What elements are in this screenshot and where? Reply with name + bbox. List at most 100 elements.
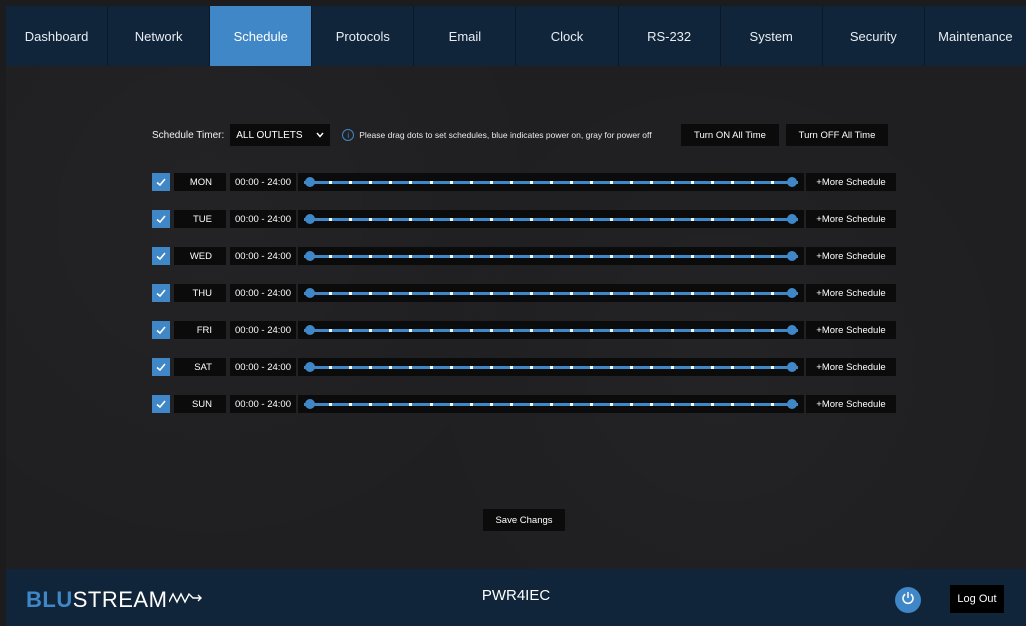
nav-clock[interactable]: Clock <box>516 6 619 66</box>
hour-tick <box>489 366 493 369</box>
more-schedule-button[interactable]: +More Schedule <box>806 395 896 413</box>
nav-dashboard[interactable]: Dashboard <box>6 6 109 66</box>
hour-tick <box>570 366 574 369</box>
hour-tick <box>630 403 634 406</box>
nav-maintenance[interactable]: Maintenance <box>925 6 1026 66</box>
end-handle[interactable] <box>787 214 797 224</box>
day-checkbox[interactable] <box>152 321 170 339</box>
power-button[interactable] <box>895 587 921 613</box>
time-range: 00:00 - 24:00 <box>230 247 296 265</box>
hour-tick <box>449 218 453 221</box>
start-handle[interactable] <box>305 325 315 335</box>
hour-tick <box>750 181 754 184</box>
day-checkbox[interactable] <box>152 358 170 376</box>
hour-tick <box>730 403 734 406</box>
hour-tick <box>710 218 714 221</box>
hour-tick <box>710 366 714 369</box>
logout-button[interactable]: Log Out <box>950 585 1004 613</box>
start-handle[interactable] <box>305 177 315 187</box>
more-schedule-button[interactable]: +More Schedule <box>806 284 896 302</box>
nav-system[interactable]: System <box>721 6 823 66</box>
hour-tick <box>730 366 734 369</box>
hour-tick <box>409 218 413 221</box>
hour-tick <box>550 329 553 332</box>
end-handle[interactable] <box>787 288 797 298</box>
day-checkbox[interactable] <box>152 247 170 265</box>
hour-tick <box>550 366 553 369</box>
schedule-slider[interactable] <box>298 284 804 302</box>
time-range: 00:00 - 24:00 <box>230 210 296 228</box>
day-checkbox[interactable] <box>152 210 170 228</box>
hour-tick <box>630 292 634 295</box>
end-handle[interactable] <box>787 177 797 187</box>
start-handle[interactable] <box>305 399 315 409</box>
hour-tick <box>529 403 533 406</box>
nav-protocols[interactable]: Protocols <box>312 6 415 66</box>
start-handle[interactable] <box>305 214 315 224</box>
schedule-slider[interactable] <box>298 395 804 413</box>
more-schedule-button[interactable]: +More Schedule <box>806 210 896 228</box>
hour-tick <box>750 403 754 406</box>
end-handle[interactable] <box>787 399 797 409</box>
end-handle[interactable] <box>787 251 797 261</box>
hour-tick <box>570 329 574 332</box>
hour-tick <box>489 255 493 258</box>
nav-schedule[interactable]: Schedule <box>210 6 313 66</box>
end-handle[interactable] <box>787 325 797 335</box>
day-label: FRI <box>174 321 226 339</box>
logo-wave-icon <box>168 591 203 610</box>
hour-tick <box>489 403 493 406</box>
hour-tick <box>730 218 734 221</box>
schedule-row-sun: SUN 00:00 - 24:00 +More Schedule <box>152 395 896 413</box>
hour-tick <box>550 181 553 184</box>
turn-on-all-time-button[interactable]: Turn ON All Time <box>681 124 779 146</box>
hour-tick <box>389 366 393 369</box>
hour-tick <box>349 329 353 332</box>
hour-tick <box>590 255 594 258</box>
hour-tick <box>570 292 574 295</box>
hour-tick <box>429 403 433 406</box>
start-handle[interactable] <box>305 362 315 372</box>
hour-tick <box>710 403 714 406</box>
hour-tick <box>770 403 774 406</box>
schedule-timer-select[interactable]: ALL OUTLETS <box>230 124 331 146</box>
hour-tick <box>610 218 614 221</box>
day-label: TUE <box>174 210 226 228</box>
day-checkbox[interactable] <box>152 173 170 191</box>
day-checkbox[interactable] <box>152 395 170 413</box>
more-schedule-button[interactable]: +More Schedule <box>806 358 896 376</box>
hour-tick <box>369 218 373 221</box>
hour-tick <box>529 255 533 258</box>
hour-tick <box>770 366 774 369</box>
hour-tick <box>329 181 333 184</box>
schedule-slider[interactable] <box>298 210 804 228</box>
schedule-slider[interactable] <box>298 247 804 265</box>
day-checkbox[interactable] <box>152 284 170 302</box>
end-handle[interactable] <box>787 362 797 372</box>
hour-tick <box>610 181 614 184</box>
more-schedule-button[interactable]: +More Schedule <box>806 247 896 265</box>
hour-tick <box>389 292 393 295</box>
more-schedule-button[interactable]: +More Schedule <box>806 321 896 339</box>
schedule-row-tue: TUE 00:00 - 24:00 +More Schedule <box>152 210 896 228</box>
time-range: 00:00 - 24:00 <box>230 395 296 413</box>
day-label: WED <box>174 247 226 265</box>
nav-network[interactable]: Network <box>108 6 211 66</box>
more-schedule-button[interactable]: +More Schedule <box>806 173 896 191</box>
nav-rs232[interactable]: RS-232 <box>619 6 721 66</box>
hour-tick <box>349 292 353 295</box>
hour-tick <box>630 255 634 258</box>
hour-tick <box>389 403 393 406</box>
hour-tick <box>670 218 674 221</box>
start-handle[interactable] <box>305 288 315 298</box>
start-handle[interactable] <box>305 251 315 261</box>
nav-security[interactable]: Security <box>823 6 925 66</box>
schedule-slider[interactable] <box>298 321 804 339</box>
hour-tick <box>710 292 714 295</box>
schedule-slider[interactable] <box>298 173 804 191</box>
turn-off-all-time-button[interactable]: Turn OFF All Time <box>786 124 888 146</box>
schedule-slider[interactable] <box>298 358 804 376</box>
nav-email[interactable]: Email <box>414 6 517 66</box>
hour-tick <box>590 181 594 184</box>
save-changes-button[interactable]: Save Changs <box>483 509 565 531</box>
